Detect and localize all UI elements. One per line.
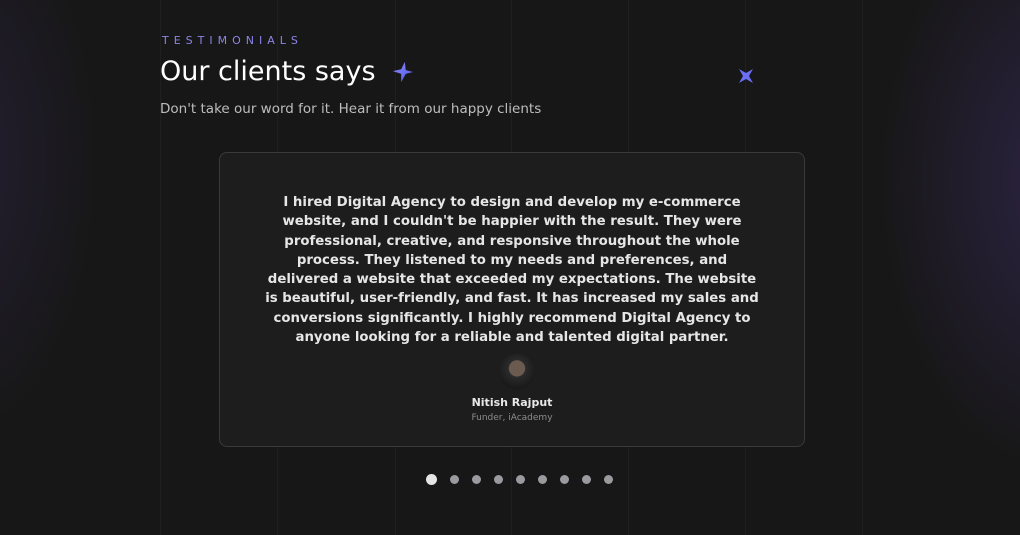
star-decoration-icon — [739, 69, 753, 83]
section-subtitle: Don't take our word for it. Hear it from… — [160, 101, 542, 117]
grid-line — [862, 0, 863, 535]
client-role: Funder, iAcademy — [471, 413, 553, 423]
pagination-dot-7[interactable] — [560, 475, 569, 484]
section-eyebrow: TESTIMONIALS — [162, 34, 303, 47]
sparkle-icon — [392, 61, 413, 82]
testimonial-card: I hired Digital Agency to design and dev… — [219, 152, 805, 447]
section-title-text: Our clients says — [160, 56, 376, 87]
avatar — [499, 354, 535, 390]
pagination-dot-5[interactable] — [516, 475, 525, 484]
pagination-dot-6[interactable] — [538, 475, 547, 484]
carousel-pagination — [426, 474, 613, 485]
testimonial-quote: I hired Digital Agency to design and dev… — [265, 195, 759, 346]
pagination-dot-4[interactable] — [494, 475, 503, 484]
pagination-dot-3[interactable] — [472, 475, 481, 484]
pagination-dot-1[interactable] — [426, 474, 437, 485]
pagination-dot-2[interactable] — [450, 475, 459, 484]
pagination-dot-9[interactable] — [604, 475, 613, 484]
client-name: Nitish Rajput — [471, 396, 553, 409]
section-title: Our clients says — [160, 56, 414, 87]
pagination-dot-8[interactable] — [582, 475, 591, 484]
